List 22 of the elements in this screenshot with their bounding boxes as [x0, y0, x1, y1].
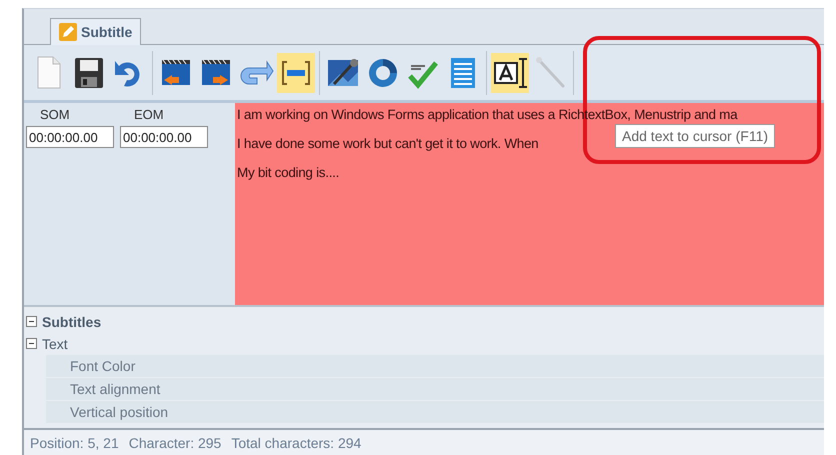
editor-line: I have done some work but can't get it to work. When — [237, 136, 538, 152]
status-text: Character: 295 — [128, 434, 222, 451]
timecode-label: EOM — [133, 107, 164, 122]
text-cursor-icon[interactable] — [491, 52, 529, 93]
collapse-icon[interactable] — [26, 316, 37, 328]
timecode-field[interactable]: 00:00:00.00 — [120, 126, 208, 148]
status-text: Total characters: 294 — [231, 434, 362, 451]
tooltip: Add text to cursor (F11) — [615, 124, 776, 148]
status-text: Position: 5, 21 — [30, 434, 119, 451]
property-row[interactable]: Vertical position — [46, 400, 824, 424]
subtitle-tab[interactable]: Subtitle — [50, 18, 142, 46]
bracket-icon[interactable] — [277, 52, 315, 93]
property-row[interactable]: Font Color — [46, 354, 824, 378]
timecode-label: SOM — [39, 107, 70, 122]
timecode-field[interactable]: 00:00:00.00 — [26, 126, 114, 148]
collapse-icon[interactable] — [26, 338, 37, 350]
editor-line: My bit coding is.... — [237, 165, 340, 180]
pencil-icon — [59, 23, 77, 42]
category-label: Subtitles — [42, 314, 102, 330]
editor-line: I am working on Windows Forms application that uses a RichtextBox, Menustrip and ma — [237, 107, 738, 122]
property-row[interactable]: Text alignment — [46, 378, 824, 401]
category-label: Text — [42, 336, 68, 352]
